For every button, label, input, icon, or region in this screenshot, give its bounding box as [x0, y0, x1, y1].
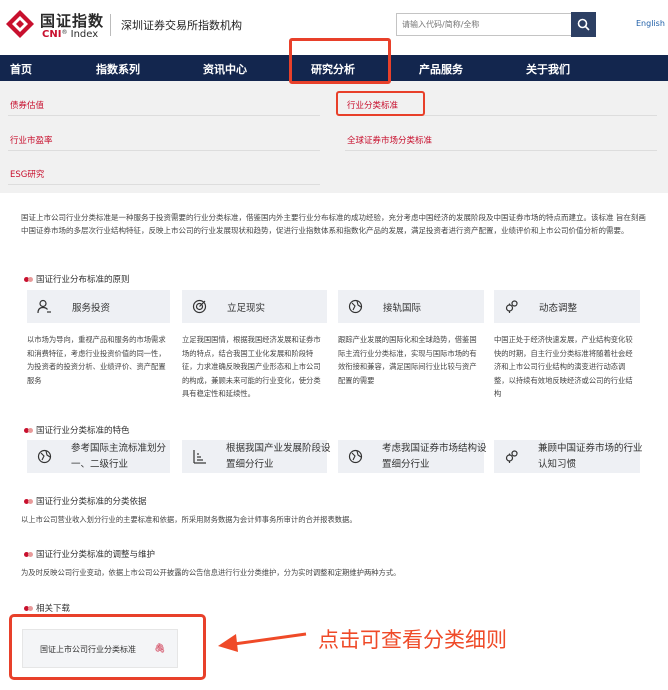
logo-title[interactable]: 国证指数	[40, 10, 104, 31]
feature-card: 根据我国产业发展阶段设置细分行业	[182, 440, 331, 473]
nav-highlight-box	[289, 38, 391, 84]
intro-text: 国证上市公司行业分类标准是一种服务于投资需要的行业分类标准，借鉴国内外主要行业分…	[21, 213, 646, 235]
principle-card: 动态调整	[494, 290, 640, 323]
arrow-left-icon	[218, 632, 307, 652]
search-input[interactable]	[396, 13, 572, 36]
menu-item-bond-valuation[interactable]: 债券估值	[10, 99, 44, 111]
globe-icon	[348, 449, 363, 464]
feature-label: 考虑我国证券市场结构设置细分行业	[382, 443, 487, 470]
bullet-icon	[24, 276, 33, 282]
section-title-text: 国证行业分布标准的原则	[36, 275, 130, 285]
bullet-icon	[24, 605, 33, 611]
basis-text: 以上市公司营业收入划分行业的主要标准和依据，所采用财务数据为会计师事务所审计的合…	[21, 515, 357, 524]
logo-tail: Index	[70, 29, 99, 40]
logo-subtitle: CNI® Index	[42, 29, 98, 40]
menu-item-industry-pe[interactable]: 行业市盈率	[10, 134, 53, 146]
nav-item-home[interactable]: 首页	[10, 61, 32, 77]
principle-description: 以市场为导向，重视产品和服务的市场需求和消费特征，考虑行业投资价值的同一性，为投…	[27, 335, 166, 385]
principle-card: 接轨国际	[338, 290, 484, 323]
gears-icon	[505, 300, 518, 313]
section-title-text: 国证行业分类标准的调整与维护	[36, 550, 156, 560]
feature-label: 参考国际主流标准划分一、二级行业	[71, 443, 167, 470]
search-icon	[577, 18, 590, 31]
annotation-callout: 点击可查看分类细则	[318, 628, 507, 652]
section-title-downloads: 相关下载	[24, 602, 70, 614]
section-title-text: 国证行业分类标准的特色	[36, 426, 130, 436]
menu-divider	[8, 184, 320, 185]
nav-item-index-series[interactable]: 指数系列	[96, 61, 140, 77]
section-title-principles: 国证行业分布标准的原则	[24, 273, 130, 285]
menu-divider	[8, 115, 320, 116]
section-title-maintenance: 国证行业分类标准的调整与维护	[24, 548, 155, 560]
principle-description: 立足我国国情，根据我国经济发展和证券市场的特点，结合我国工业化发展和阶段特征，力…	[182, 335, 321, 398]
feature-label: 根据我国产业发展阶段设置细分行业	[226, 443, 331, 470]
feature-card: 兼顾中国证券市场的行业认知习惯	[494, 440, 643, 473]
menu-divider	[8, 150, 320, 151]
target-icon	[192, 299, 207, 314]
section-title-basis: 国证行业分类标准的分类依据	[24, 495, 147, 507]
menu-divider	[345, 150, 657, 151]
language-link[interactable]: English	[636, 19, 665, 28]
nav-item-products[interactable]: 产品服务	[419, 61, 463, 77]
header-divider	[110, 14, 111, 36]
section-title-text: 相关下载	[36, 604, 71, 614]
logo-mark-icon[interactable]	[6, 10, 34, 38]
download-highlight-box	[9, 614, 206, 680]
menu-item-esg[interactable]: ESG研究	[10, 168, 44, 180]
feature-card: 考虑我国证券市场结构设置细分行业	[338, 440, 487, 473]
feature-card: 参考国际主流标准划分一、二级行业	[27, 440, 170, 473]
bullet-icon	[24, 427, 33, 433]
principle-card: 服务投资	[27, 290, 170, 323]
globe-icon	[348, 299, 363, 314]
globe-icon	[37, 449, 52, 464]
logo-superscript: ®	[61, 29, 68, 36]
section-title-text: 国证行业分类标准的分类依据	[36, 497, 147, 507]
principle-description: 跟踪产业发展的国际化和全球趋势，借鉴国际主流行业分类标准，实现与国际市场的有效衔…	[338, 335, 477, 385]
maintenance-text: 为及时反映公司行业变动，依据上市公司公开披露的公告信息进行行业分类维护，分为实时…	[21, 568, 401, 577]
person-icon	[37, 299, 51, 314]
principle-label: 服务投资	[72, 303, 111, 314]
bullet-icon	[24, 498, 33, 504]
search-button[interactable]	[571, 12, 596, 37]
principle-label: 接轨国际	[383, 303, 422, 314]
chart-bars-icon	[193, 450, 206, 464]
principle-description: 中国正处于经济快速发展，产业结构变化较快的时期，自主行业分类标准将随着社会经济和…	[494, 335, 633, 398]
bullet-icon	[24, 551, 33, 557]
menu-item-global-classification[interactable]: 全球证券市场分类标准	[347, 134, 432, 146]
nav-item-about[interactable]: 关于我们	[526, 61, 570, 77]
principle-label: 立足现实	[227, 303, 266, 314]
gears-icon	[505, 450, 518, 463]
menu-highlight-box	[336, 91, 425, 116]
section-title-features: 国证行业分类标准的特色	[24, 424, 130, 436]
nav-item-news[interactable]: 资讯中心	[203, 61, 247, 77]
logo-brand: CNI	[42, 29, 62, 40]
site-slogan: 深圳证券交易所指数机构	[121, 19, 242, 32]
research-dropdown-menu: 债券估值 行业市盈率 ESG研究 行业分类标准 全球证券市场分类标准	[0, 81, 668, 193]
principle-card: 立足现实	[182, 290, 327, 323]
principle-label: 动态调整	[539, 303, 578, 314]
feature-label: 兼顾中国证券市场的行业认知习惯	[538, 443, 643, 470]
